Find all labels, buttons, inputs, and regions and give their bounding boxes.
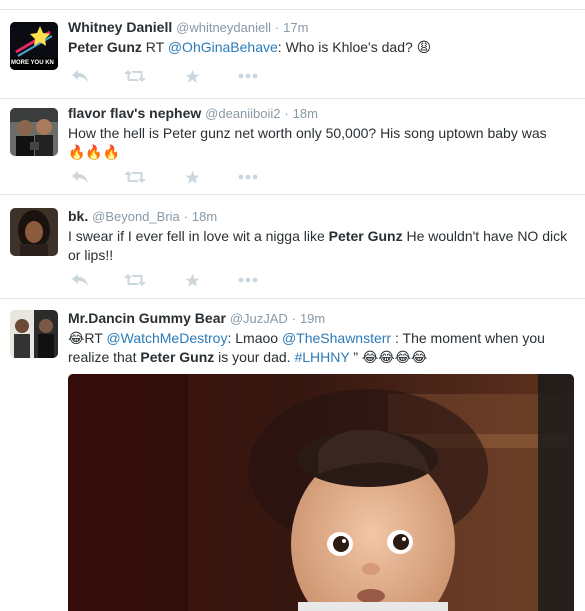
top-divider <box>0 0 585 10</box>
avatar[interactable] <box>10 208 58 256</box>
text-segment: ” <box>349 349 362 365</box>
mention-link[interactable]: @TheShawnsterr <box>282 330 391 346</box>
reply-icon[interactable] <box>68 167 92 187</box>
favorite-icon[interactable] <box>180 66 204 86</box>
weary-face-emoji: 😩 <box>416 39 432 55</box>
timestamp[interactable]: 19m <box>300 311 325 326</box>
timestamp[interactable]: 18m <box>192 209 217 224</box>
timestamp[interactable]: 18m <box>293 106 318 121</box>
avatar-image <box>10 208 58 256</box>
separator-dot: · <box>183 209 188 224</box>
username[interactable]: @deaniiboii2 <box>205 106 280 121</box>
tweet-header: bk. @Beyond_Bria · 18m <box>68 208 217 224</box>
tweet[interactable]: MORE YOU KN Whitney Daniell @whitneydani… <box>0 10 585 99</box>
display-name[interactable]: bk. <box>68 208 88 224</box>
tweet-text: How the hell is Peter gunz net worth onl… <box>68 124 573 162</box>
fire-emoji: 🔥🔥🔥 <box>68 144 121 160</box>
text-segment: I swear if I ever fell in love wit a nig… <box>68 228 329 244</box>
text-segment: How the hell is Peter gunz net worth onl… <box>68 125 547 141</box>
tweet-photo[interactable] <box>68 374 574 611</box>
highlight-term: Peter Gunz <box>328 228 403 244</box>
favorite-icon[interactable] <box>180 270 204 290</box>
favorite-icon[interactable] <box>180 167 204 187</box>
tweet-header: Whitney Daniell @whitneydaniell · 17m <box>68 19 308 35</box>
tears-of-joy-emoji: 😂😂😂😂 <box>361 349 428 365</box>
text-segment: RT <box>141 39 168 55</box>
reply-icon[interactable] <box>68 270 92 290</box>
avatar-image <box>10 108 58 156</box>
avatar[interactable]: MORE YOU KN <box>10 22 58 70</box>
retweet-icon[interactable] <box>123 66 147 86</box>
display-name[interactable]: flavor flav's nephew <box>68 105 201 121</box>
timeline: MORE YOU KN Whitney Daniell @whitneydani… <box>0 0 585 611</box>
tweet-actions <box>68 66 268 86</box>
text-segment: : Who is Khloe's dad? <box>277 39 417 55</box>
tears-of-joy-emoji: 😂 <box>68 330 85 346</box>
text-segment: is your dad. <box>214 349 295 365</box>
timestamp[interactable]: 17m <box>283 20 308 35</box>
username[interactable]: @Beyond_Bria <box>92 209 180 224</box>
baby-photo-image <box>68 374 574 611</box>
separator-dot: · <box>274 20 280 35</box>
mention-link[interactable]: @OhGinaBehave <box>168 39 278 55</box>
username[interactable]: @whitneydaniell <box>176 20 271 35</box>
tweet[interactable]: flavor flav's nephew @deaniiboii2 · 18m … <box>0 98 585 195</box>
separator-dot: · <box>291 311 297 326</box>
retweet-icon[interactable] <box>123 270 147 290</box>
highlight-term: Peter Gunz <box>68 39 142 55</box>
username[interactable]: @JuzJAD <box>230 311 288 326</box>
text-segment: : Lmaoo <box>227 330 282 346</box>
mention-link[interactable]: @WatchMeDestroy <box>106 330 227 346</box>
retweet-icon[interactable] <box>123 167 147 187</box>
more-icon[interactable] <box>236 167 260 187</box>
tweet[interactable]: bk. @Beyond_Bria · 18m I swear if I ever… <box>0 194 585 299</box>
separator-dot: · <box>284 106 289 121</box>
avatar[interactable] <box>10 310 58 358</box>
tweet-header: flavor flav's nephew @deaniiboii2 · 18m <box>68 105 318 121</box>
hashtag-link[interactable]: #LHHNY <box>294 349 349 365</box>
tweet-text: Peter Gunz RT @OhGinaBehave: Who is Khlo… <box>68 38 573 57</box>
highlight-term: Peter Gunz <box>140 349 215 365</box>
tweet-actions <box>68 270 268 290</box>
tweet-header: Mr.Dancin Gummy Bear @JuzJAD · 19m <box>68 310 325 326</box>
display-name[interactable]: Mr.Dancin Gummy Bear <box>68 310 226 326</box>
tweet-actions <box>68 167 268 187</box>
avatar[interactable] <box>10 108 58 156</box>
more-icon[interactable] <box>236 66 260 86</box>
more-icon[interactable] <box>236 270 260 290</box>
tweet-text: I swear if I ever fell in love wit a nig… <box>68 227 573 265</box>
reply-icon[interactable] <box>68 66 92 86</box>
tweet-text: 😂RT @WatchMeDestroy: Lmaoo @TheShawnster… <box>68 329 573 367</box>
text-segment: RT <box>84 330 107 346</box>
avatar-caption: MORE YOU KN <box>11 60 54 66</box>
display-name[interactable]: Whitney Daniell <box>68 19 172 35</box>
avatar-image <box>10 310 58 358</box>
